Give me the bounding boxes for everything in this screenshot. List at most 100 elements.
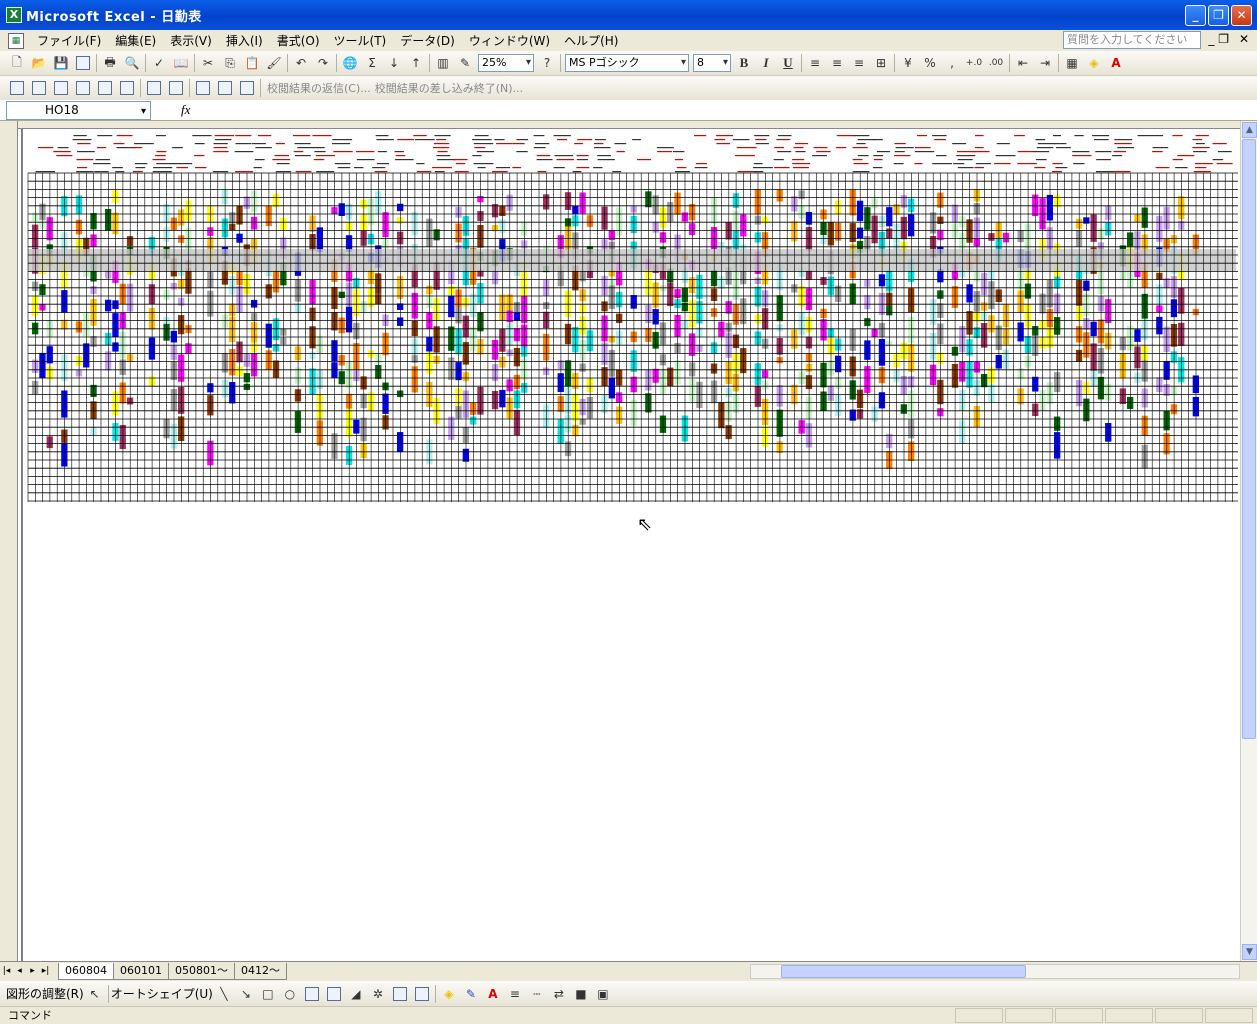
textbox-icon[interactable] [301, 983, 323, 1005]
menu-tools[interactable]: ツール(T) [327, 32, 394, 49]
last-sheet-icon[interactable]: ▸| [39, 966, 52, 976]
review-icon-3[interactable] [50, 77, 72, 99]
line-icon[interactable]: ╲ [213, 983, 235, 1005]
doc-minimize-icon[interactable]: _ ❐ [1208, 32, 1229, 46]
menu-file[interactable]: ファイル(F) [30, 32, 108, 49]
worksheet-grid[interactable]: ▲ ▼ ⇖ [0, 121, 1257, 961]
paste-icon[interactable]: 📋 [241, 52, 263, 74]
horizontal-scrollbar[interactable] [750, 964, 1240, 979]
3d-icon[interactable]: ▣ [592, 983, 614, 1005]
open-icon[interactable]: 📂 [28, 52, 50, 74]
line-color-icon[interactable]: ✎ [460, 983, 482, 1005]
font-color-icon[interactable]: A [1105, 52, 1127, 74]
hyperlink-icon[interactable]: 🌐 [339, 52, 361, 74]
borders-icon[interactable]: ▦ [1061, 52, 1083, 74]
workbook-icon[interactable]: ▦ [8, 32, 24, 49]
reply-review-button[interactable]: 校閲結果の返信(C)... [267, 80, 371, 96]
picture-icon[interactable] [411, 983, 433, 1005]
zoom-select[interactable]: 25% [478, 54, 534, 72]
menu-view[interactable]: 表示(V) [163, 32, 219, 49]
sort-descending-icon[interactable]: ↑ [405, 52, 427, 74]
next-sheet-icon[interactable]: ▸ [26, 966, 39, 976]
chart-wizard-icon[interactable]: ▥ [432, 52, 454, 74]
restore-button[interactable]: ❐ [1208, 4, 1229, 26]
print-preview-icon[interactable]: 🔍 [121, 52, 143, 74]
increase-indent-icon[interactable]: ⇥ [1034, 52, 1056, 74]
clipart-icon[interactable] [389, 983, 411, 1005]
comma-button[interactable]: , [941, 52, 963, 74]
review-icon-2[interactable] [28, 77, 50, 99]
increase-decimal-button[interactable]: +.0 [963, 52, 985, 74]
oval-icon[interactable]: ○ [279, 983, 301, 1005]
review-icon-7[interactable] [143, 77, 165, 99]
sheet-tab-0412[interactable]: 0412～ [234, 962, 287, 980]
sheet-tab-060804[interactable]: 060804 [58, 962, 114, 980]
scroll-up-icon[interactable]: ▲ [1242, 122, 1257, 138]
help-icon[interactable]: ? [536, 52, 558, 74]
new-icon[interactable]: 🗋 [6, 52, 28, 74]
select-objects-icon[interactable]: ↖ [84, 983, 106, 1005]
copy-icon[interactable]: ⎘ [219, 52, 241, 74]
menu-insert[interactable]: 挿入(I) [219, 32, 270, 49]
font-size-select[interactable]: 8 [693, 54, 731, 72]
end-review-button[interactable]: 校閲結果の差し込み終了(N)... [375, 80, 523, 96]
drawing-icon[interactable]: ✎ [454, 52, 476, 74]
permission-icon[interactable] [72, 52, 94, 74]
format-painter-icon[interactable]: 🖌 [263, 52, 285, 74]
fill-color-icon[interactable]: ◈ [1083, 52, 1105, 74]
name-box[interactable]: HO18 [6, 100, 151, 120]
scroll-down-icon[interactable]: ▼ [1242, 944, 1257, 960]
align-right-icon[interactable]: ≡ [848, 52, 870, 74]
menu-help[interactable]: ヘルプ(H) [557, 32, 625, 49]
arrow-style-icon[interactable]: ⇄ [548, 983, 570, 1005]
review-icon-9[interactable] [192, 77, 214, 99]
row-headers[interactable] [0, 121, 18, 961]
column-headers[interactable] [18, 121, 1240, 129]
arrow-icon[interactable]: ↘ [235, 983, 257, 1005]
adjust-shapes-menu[interactable]: 図形の調整(R) [6, 985, 84, 1002]
review-icon-1[interactable] [6, 77, 28, 99]
fill-color-draw-icon[interactable]: ◈ [438, 983, 460, 1005]
vertical-scroll-thumb[interactable] [1242, 139, 1256, 739]
shadow-icon[interactable]: ■ [570, 983, 592, 1005]
italic-button[interactable]: I [755, 52, 777, 74]
autoshape-menu[interactable]: オートシェイプ(U) [111, 985, 213, 1002]
align-left-icon[interactable]: ≡ [804, 52, 826, 74]
sheet-tab-060101[interactable]: 060101 [113, 962, 169, 980]
prev-sheet-icon[interactable]: ◂ [13, 966, 26, 976]
undo-icon[interactable]: ↶ [290, 52, 312, 74]
dash-style-icon[interactable]: ┄ [526, 983, 548, 1005]
menu-format[interactable]: 書式(O) [270, 32, 327, 49]
function-button[interactable]: fx [181, 102, 190, 118]
menu-window[interactable]: ウィンドウ(W) [462, 32, 557, 49]
print-icon[interactable]: 🖶 [99, 52, 121, 74]
schedule-grid-svg[interactable] [18, 129, 1240, 961]
vertical-scrollbar[interactable]: ▲ ▼ [1240, 121, 1257, 961]
diagram-icon[interactable]: ✲ [367, 983, 389, 1005]
review-icon-8[interactable] [165, 77, 187, 99]
vertical-textbox-icon[interactable] [323, 983, 345, 1005]
research-icon[interactable]: 📖 [170, 52, 192, 74]
save-icon[interactable]: 💾 [50, 52, 72, 74]
close-button[interactable]: ✕ [1231, 4, 1252, 26]
autosum-icon[interactable]: Σ [361, 52, 383, 74]
horizontal-scroll-thumb[interactable] [781, 965, 1026, 978]
merge-center-icon[interactable]: ⊞ [870, 52, 892, 74]
line-style-icon[interactable]: ≡ [504, 983, 526, 1005]
font-color-draw-icon[interactable]: A [482, 983, 504, 1005]
review-icon-5[interactable] [94, 77, 116, 99]
excel-app-icon[interactable]: X [6, 7, 22, 23]
help-search-input[interactable]: 質問を入力してください [1063, 31, 1201, 49]
menu-edit[interactable]: 編集(E) [108, 32, 163, 49]
review-icon-10[interactable] [214, 77, 236, 99]
doc-close-icon[interactable]: ✕ [1239, 32, 1249, 46]
minimize-button[interactable]: _ [1185, 4, 1206, 26]
menu-data[interactable]: データ(D) [393, 32, 462, 49]
sort-ascending-icon[interactable]: ↓ [383, 52, 405, 74]
decrease-decimal-button[interactable]: .00 [985, 52, 1007, 74]
rectangle-icon[interactable]: □ [257, 983, 279, 1005]
bold-button[interactable]: B [733, 52, 755, 74]
review-icon-6[interactable] [116, 77, 138, 99]
cut-icon[interactable]: ✂ [197, 52, 219, 74]
underline-button[interactable]: U [777, 52, 799, 74]
